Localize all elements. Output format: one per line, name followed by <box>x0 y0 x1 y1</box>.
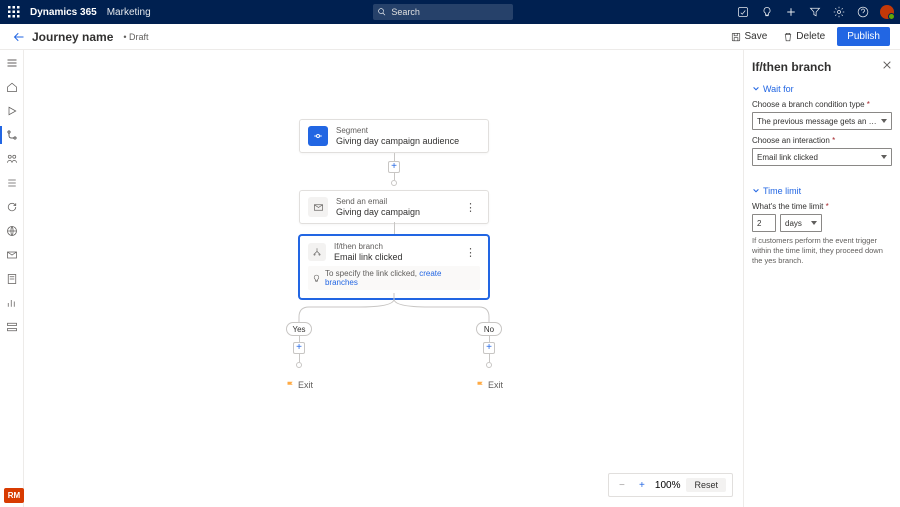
delete-label: Delete <box>796 31 825 42</box>
section-time-limit[interactable]: Time limit <box>752 186 892 196</box>
node-if-then-branch[interactable]: If/then branch Email link clicked ⋮ To s… <box>299 235 489 299</box>
field-label: Choose a branch condition type * <box>752 100 892 109</box>
delete-button[interactable]: Delete <box>779 28 829 45</box>
node-menu-button[interactable]: ⋮ <box>461 201 480 214</box>
home-icon[interactable] <box>5 80 19 94</box>
connector-line <box>299 354 300 362</box>
branch-connector <box>299 293 499 323</box>
journeys-icon[interactable] <box>5 128 19 142</box>
play-icon[interactable] <box>5 104 19 118</box>
envelope-icon <box>308 197 328 217</box>
page-title: Journey name <box>32 30 113 44</box>
refresh-icon[interactable] <box>5 200 19 214</box>
node-menu-button[interactable]: ⋮ <box>461 246 480 259</box>
connector-dot <box>296 362 302 368</box>
section-wait-for[interactable]: Wait for <box>752 84 892 94</box>
module-name: Marketing <box>107 7 151 18</box>
corner-badge: RM <box>4 488 24 503</box>
lightbulb-icon[interactable] <box>760 5 774 19</box>
node-type-label: Send an email <box>336 197 420 207</box>
condition-type-select[interactable]: The previous message gets an interaction <box>752 112 892 130</box>
save-label: Save <box>744 31 767 42</box>
search-input[interactable] <box>391 7 509 17</box>
save-button[interactable]: Save <box>727 28 771 45</box>
panel-title: If/then branch <box>752 60 892 74</box>
mail-icon[interactable] <box>5 248 19 262</box>
hint-text: To specify the link clicked, <box>325 269 419 278</box>
node-title: Email link clicked <box>334 252 403 263</box>
zoom-control: − + 100% Reset <box>608 473 733 497</box>
publish-button[interactable]: Publish <box>837 27 890 46</box>
segment-icon <box>308 126 328 146</box>
connector-dot <box>391 180 397 186</box>
filter-icon[interactable] <box>808 5 822 19</box>
branch-icon <box>308 243 326 261</box>
node-type-label: If/then branch <box>334 242 403 252</box>
yes-pill[interactable]: Yes <box>286 322 312 336</box>
left-nav-rail <box>0 50 24 507</box>
template-icon[interactable] <box>5 272 19 286</box>
node-title: Giving day campaign <box>336 207 420 218</box>
connector-line <box>394 153 395 161</box>
field-label: What's the time limit * <box>752 202 892 211</box>
assistant-icon[interactable] <box>736 5 750 19</box>
help-text: If customers perform the event trigger w… <box>752 236 892 265</box>
help-icon[interactable] <box>856 5 870 19</box>
segments-icon[interactable] <box>5 152 19 166</box>
connector-line <box>394 222 395 235</box>
chart-icon[interactable] <box>5 296 19 310</box>
add-step-button[interactable]: + <box>483 342 495 354</box>
search-box[interactable] <box>373 4 513 20</box>
no-pill[interactable]: No <box>476 322 502 336</box>
lightbulb-icon <box>312 274 321 283</box>
node-segment[interactable]: Segment Giving day campaign audience <box>299 119 489 153</box>
globe-icon[interactable] <box>5 224 19 238</box>
node-hint: To specify the link clicked, create bran… <box>308 266 480 290</box>
search-icon <box>377 7 387 17</box>
properties-panel: If/then branch Wait for Choose a branch … <box>743 50 900 507</box>
chevron-down-icon <box>752 187 760 195</box>
add-step-button[interactable]: + <box>293 342 305 354</box>
time-unit-select[interactable]: days <box>780 214 822 232</box>
back-button[interactable] <box>10 28 28 46</box>
app-launcher-icon[interactable] <box>6 4 22 20</box>
zoom-value: 100% <box>655 480 681 491</box>
zoom-reset-button[interactable]: Reset <box>686 478 726 492</box>
product-name: Dynamics 365 <box>30 7 97 18</box>
trash-icon <box>783 32 793 42</box>
zoom-out-button[interactable]: − <box>615 478 629 492</box>
save-icon <box>731 32 741 42</box>
interaction-select[interactable]: Email link clicked <box>752 148 892 166</box>
node-title: Giving day campaign audience <box>336 136 459 147</box>
gear-icon[interactable] <box>832 5 846 19</box>
exit-marker: Exit <box>476 380 503 390</box>
time-value-input[interactable]: 2 <box>752 214 776 232</box>
node-type-label: Segment <box>336 126 459 136</box>
close-panel-button[interactable] <box>882 60 892 72</box>
connector-line <box>489 354 490 362</box>
flag-icon <box>476 381 485 390</box>
chevron-down-icon <box>752 85 760 93</box>
node-send-email[interactable]: Send an email Giving day campaign ⋮ <box>299 190 489 224</box>
zoom-in-button[interactable]: + <box>635 478 649 492</box>
hamburger-icon[interactable] <box>5 56 19 70</box>
field-label: Choose an interaction * <box>752 136 892 145</box>
list-icon[interactable] <box>5 176 19 190</box>
user-avatar[interactable] <box>880 5 894 19</box>
journey-canvas[interactable]: Segment Giving day campaign audience + S… <box>24 50 743 507</box>
add-step-button[interactable]: + <box>388 161 400 173</box>
flag-icon <box>286 381 295 390</box>
add-icon[interactable] <box>784 5 798 19</box>
status-badge: • Draft <box>123 32 148 42</box>
connector-line <box>394 173 395 180</box>
exit-marker: Exit <box>286 380 313 390</box>
connector-dot <box>486 362 492 368</box>
data-icon[interactable] <box>5 320 19 334</box>
